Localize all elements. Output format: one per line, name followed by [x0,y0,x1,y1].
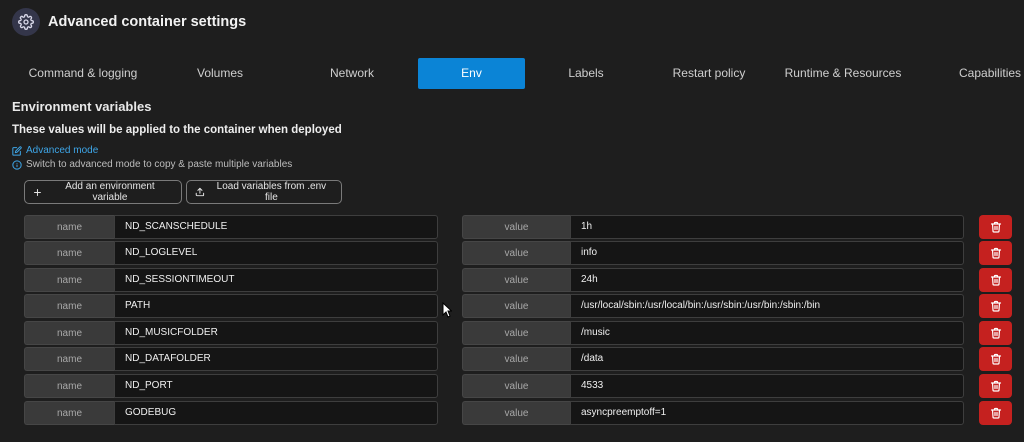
delete-variable-button[interactable] [979,401,1012,425]
tab-command-logging[interactable]: Command & logging [0,58,166,89]
plus-icon [34,188,41,196]
trash-icon [990,221,1001,233]
tab-labels[interactable]: Labels [532,58,640,89]
name-label: name [24,321,114,345]
env-variable-row: name ND_DATAFOLDER value /data [24,347,1014,371]
trash-icon [990,380,1001,392]
env-value-input[interactable]: 1h [570,215,964,239]
env-variable-row: name ND_SCANSCHEDULE value 1h [24,215,1014,239]
delete-variable-button[interactable] [979,321,1012,345]
value-label: value [462,321,570,345]
delete-variable-button[interactable] [979,268,1012,292]
edit-icon [12,145,22,156]
delete-variable-button[interactable] [979,374,1012,398]
page-title: Advanced container settings [48,14,247,30]
value-label: value [462,374,570,398]
hint-text: Switch to advanced mode to copy & paste … [12,159,292,170]
info-icon [12,159,22,170]
env-name-input[interactable]: ND_LOGLEVEL [114,241,438,265]
value-label: value [462,215,570,239]
gear-icon [12,8,40,36]
env-variable-row: name ND_PORT value 4533 [24,374,1014,398]
env-variable-row: name PATH value /usr/local/sbin:/usr/loc… [24,294,1014,318]
mouse-cursor-icon [442,302,452,318]
tab-restart-policy[interactable]: Restart policy [654,58,764,89]
env-variable-row: name ND_LOGLEVEL value info [24,241,1014,265]
tab-env[interactable]: Env [418,58,525,89]
env-name-input[interactable]: PATH [114,294,438,318]
page-header: Advanced container settings [12,6,246,38]
value-label: value [462,294,570,318]
section-title: Environment variables [12,99,152,114]
value-label: value [462,401,570,425]
name-label: name [24,294,114,318]
env-name-input[interactable]: ND_DATAFOLDER [114,347,438,371]
trash-icon [990,353,1001,365]
env-value-input[interactable]: /data [570,347,964,371]
tab-runtime-resources[interactable]: Runtime & Resources [776,58,910,89]
name-label: name [24,347,114,371]
trash-icon [990,247,1001,259]
value-label: value [462,347,570,371]
trash-icon [990,300,1001,312]
load-env-file-button[interactable]: Load variables from .env file [186,180,342,204]
env-value-input[interactable]: info [570,241,964,265]
env-variable-row: name ND_SESSIONTIMEOUT value 24h [24,268,1014,292]
tab-capabilities[interactable]: Capabilities [946,58,1024,89]
upload-icon [195,187,205,197]
tab-bar: Command & logging Volumes Network Env La… [0,58,1024,89]
env-value-input[interactable]: 24h [570,268,964,292]
env-variable-row: name GODEBUG value asyncpreemptoff=1 [24,401,1014,425]
value-label: value [462,241,570,265]
hint-label: Switch to advanced mode to copy & paste … [26,159,293,170]
add-env-variable-button[interactable]: Add an environment variable [24,180,182,204]
name-label: name [24,401,114,425]
env-value-input[interactable]: /usr/local/sbin:/usr/local/bin:/usr/sbin… [570,294,964,318]
name-label: name [24,268,114,292]
env-value-input[interactable]: asyncpreemptoff=1 [570,401,964,425]
env-value-input[interactable]: 4533 [570,374,964,398]
env-name-input[interactable]: ND_PORT [114,374,438,398]
trash-icon [990,407,1001,419]
env-value-input[interactable]: /music [570,321,964,345]
tab-volumes[interactable]: Volumes [166,58,274,89]
env-name-input[interactable]: ND_SESSIONTIMEOUT [114,268,438,292]
advanced-mode-label: Advanced mode [26,145,99,156]
env-variable-row: name ND_MUSICFOLDER value /music [24,321,1014,345]
delete-variable-button[interactable] [979,294,1012,318]
delete-variable-button[interactable] [979,347,1012,371]
name-label: name [24,215,114,239]
env-name-input[interactable]: GODEBUG [114,401,438,425]
delete-variable-button[interactable] [979,215,1012,239]
value-label: value [462,268,570,292]
name-label: name [24,241,114,265]
env-name-input[interactable]: ND_MUSICFOLDER [114,321,438,345]
trash-icon [990,327,1001,339]
advanced-mode-link[interactable]: Advanced mode [12,145,98,156]
name-label: name [24,374,114,398]
section-subtitle: These values will be applied to the cont… [12,124,342,136]
delete-variable-button[interactable] [979,241,1012,265]
env-name-input[interactable]: ND_SCANSCHEDULE [114,215,438,239]
tab-network[interactable]: Network [298,58,406,89]
trash-icon [990,274,1001,286]
